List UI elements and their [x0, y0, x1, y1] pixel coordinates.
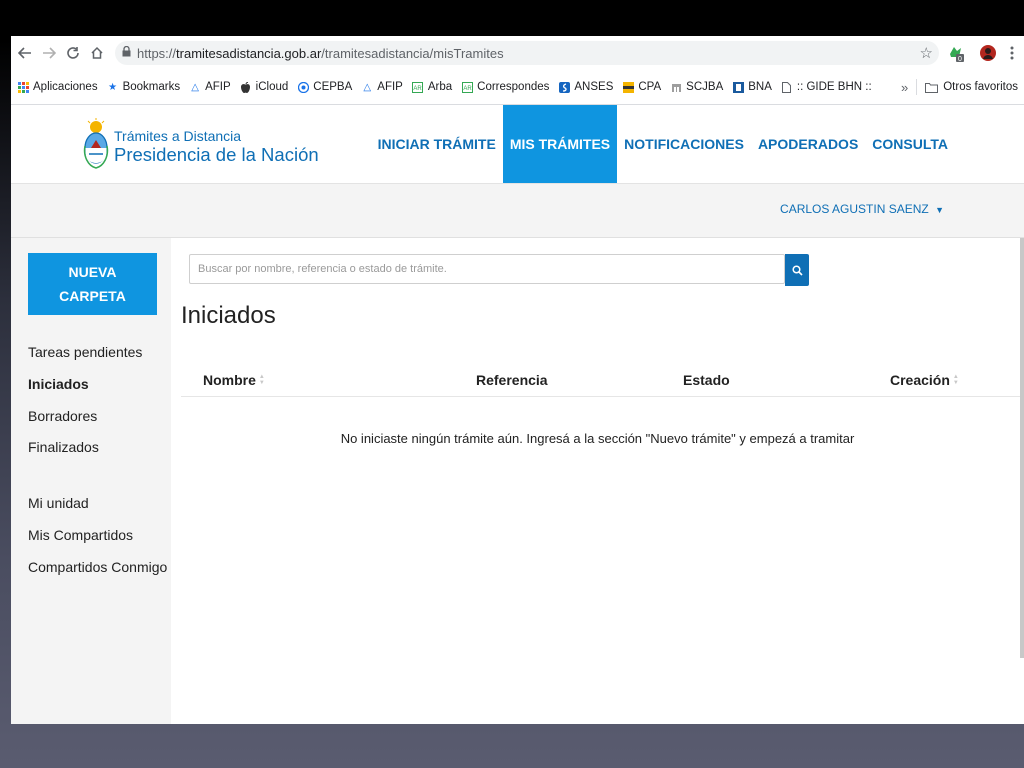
user-menu-button[interactable]: CARLOS AGUSTIN SAENZ ▼ — [780, 202, 944, 216]
site-header: Trámites a Distancia Presidencia de la N… — [11, 105, 1024, 184]
search-button[interactable] — [785, 254, 809, 286]
other-bookmarks[interactable]: Otros favoritos — [943, 81, 1018, 93]
bookmark-correspondes[interactable]: AR Correspondes — [461, 81, 549, 93]
new-folder-label-1: NUEVA — [68, 264, 117, 280]
sort-icon: ▲ ▼ — [952, 374, 959, 386]
nav-consulta[interactable]: CONSULTA — [865, 105, 955, 183]
page-icon — [781, 81, 793, 93]
extension-badge: 0 — [958, 56, 962, 62]
profile-avatar-icon[interactable] — [977, 42, 999, 64]
nav-apoderados[interactable]: APODERADOS — [751, 105, 865, 183]
apps-grid-icon — [17, 81, 29, 93]
bookmark-cepba[interactable]: CEPBA — [297, 81, 352, 93]
sort-icon: ▲ ▼ — [258, 374, 265, 386]
column-header-creacion[interactable]: Creación ▲ ▼ — [890, 372, 959, 388]
back-icon[interactable] — [13, 41, 37, 65]
afip-icon: △ — [363, 81, 372, 93]
escudo-nacional-logo-icon[interactable] — [83, 118, 109, 170]
sidebar-item-mis-compartidos[interactable]: Mis Compartidos — [28, 527, 133, 543]
new-folder-button[interactable]: NUEVA CARPETA — [28, 253, 157, 315]
nav-iniciar-tramite[interactable]: INICIAR TRÁMITE — [371, 105, 503, 183]
url-scheme: https:// — [137, 45, 177, 61]
bookmark-scjba[interactable]: SCJBA — [670, 81, 723, 93]
browser-toolbar: https://tramitesadistancia.gob.ar/tramit… — [11, 36, 1024, 70]
folder-icon — [925, 82, 939, 93]
bookmark-star-icon[interactable]: ☆ — [920, 44, 933, 62]
afip-icon: △ — [191, 81, 199, 93]
forward-icon[interactable] — [37, 41, 61, 65]
cpa-icon — [622, 81, 634, 93]
apple-icon — [240, 81, 252, 93]
empty-state-message: No iniciaste ningún trámite aún. Ingresá… — [340, 431, 855, 446]
scjba-icon — [670, 81, 682, 93]
bna-icon — [732, 81, 744, 93]
bookmarks-bar: Aplicaciones ★ Bookmarks △ AFIP iCloud C… — [11, 70, 1024, 105]
bookmark-anses[interactable]: ANSES — [558, 81, 613, 93]
home-icon[interactable] — [85, 41, 109, 65]
svg-text:AR: AR — [463, 86, 472, 92]
url-host: tramitesadistancia.gob.ar — [176, 45, 322, 61]
search-input[interactable] — [189, 254, 785, 284]
star-icon: ★ — [108, 81, 118, 93]
main-content: Iniciados Nombre ▲▼ Referencia Estado Cr… — [171, 238, 1024, 724]
column-header-estado: Estado — [683, 372, 730, 388]
nav-mis-tramites[interactable]: MIS TRÁMITES — [502, 105, 618, 183]
table-header: Nombre ▲ ▼ Referencia Estado Creación ▲ ▼ — [181, 366, 1024, 397]
search-icon — [791, 264, 803, 276]
new-folder-label-2: CARPETA — [59, 288, 126, 304]
browser-menu-icon[interactable] — [1001, 42, 1023, 64]
brand-subtitle[interactable]: Presidencia de la Nación — [114, 144, 319, 166]
url-path: /tramitesadistancia/misTramites — [321, 45, 504, 61]
sidebar-item-tareas-pendientes[interactable]: Tareas pendientes — [28, 344, 142, 360]
main-nav: INICIAR TRÁMITE MIS TRÁMITES NOTIFICACIO… — [371, 105, 955, 183]
arba-icon: AR — [461, 81, 473, 93]
anses-icon — [558, 81, 570, 93]
address-bar[interactable]: https://tramitesadistancia.gob.ar/tramit… — [115, 41, 939, 65]
reload-icon[interactable] — [61, 41, 85, 65]
sidebar-item-borradores[interactable]: Borradores — [28, 408, 97, 424]
bookmarks-overflow-button[interactable]: » — [901, 80, 908, 95]
scrollbar[interactable] — [1020, 238, 1024, 658]
page-title: Iniciados — [181, 302, 276, 329]
cepba-icon — [297, 81, 309, 93]
bookmark-afip[interactable]: △ AFIP — [189, 81, 230, 93]
sidebar-item-mi-unidad[interactable]: Mi unidad — [28, 495, 89, 511]
column-header-nombre[interactable]: Nombre ▲ ▼ — [203, 372, 265, 388]
bookmark-cpa[interactable]: CPA — [622, 81, 661, 93]
bookmark-gide-bhn[interactable]: :: GIDE BHN :: — [781, 81, 872, 93]
arba-icon: AR — [412, 81, 424, 93]
column-header-referencia: Referencia — [476, 372, 548, 388]
brand-title[interactable]: Trámites a Distancia — [114, 128, 241, 144]
sidebar: NUEVA CARPETA Tareas pendientes Iniciados… — [11, 238, 171, 724]
browser-window: https://tramitesadistancia.gob.ar/tramit… — [11, 36, 1024, 724]
sidebar-item-finalizados[interactable]: Finalizados — [28, 439, 99, 455]
bookmark-bookmarks[interactable]: ★ Bookmarks — [107, 81, 180, 93]
sidebar-item-iniciados[interactable]: Iniciados — [28, 376, 89, 392]
bookmark-arba[interactable]: AR Arba — [412, 81, 452, 93]
bookmark-afip-2[interactable]: △ AFIP — [361, 81, 402, 93]
user-name: CARLOS AGUSTIN SAENZ — [780, 202, 929, 216]
divider — [916, 79, 918, 95]
bookmarks-right: » Otros favoritos — [901, 70, 1018, 104]
bookmark-aplicaciones[interactable]: Aplicaciones — [17, 81, 98, 93]
sidebar-item-compartidos-conmigo[interactable]: Compartidos Conmigo — [28, 559, 167, 575]
svg-text:AR: AR — [414, 86, 423, 92]
bookmark-bna[interactable]: BNA — [732, 81, 772, 93]
nav-notificaciones[interactable]: NOTIFICACIONES — [617, 105, 751, 183]
lock-icon — [115, 45, 137, 60]
user-bar: CARLOS AGUSTIN SAENZ ▼ — [11, 184, 1024, 238]
caret-down-icon: ▼ — [935, 205, 944, 215]
extension-icon[interactable]: 0 — [945, 42, 967, 64]
bookmark-icloud[interactable]: iCloud — [240, 81, 288, 93]
